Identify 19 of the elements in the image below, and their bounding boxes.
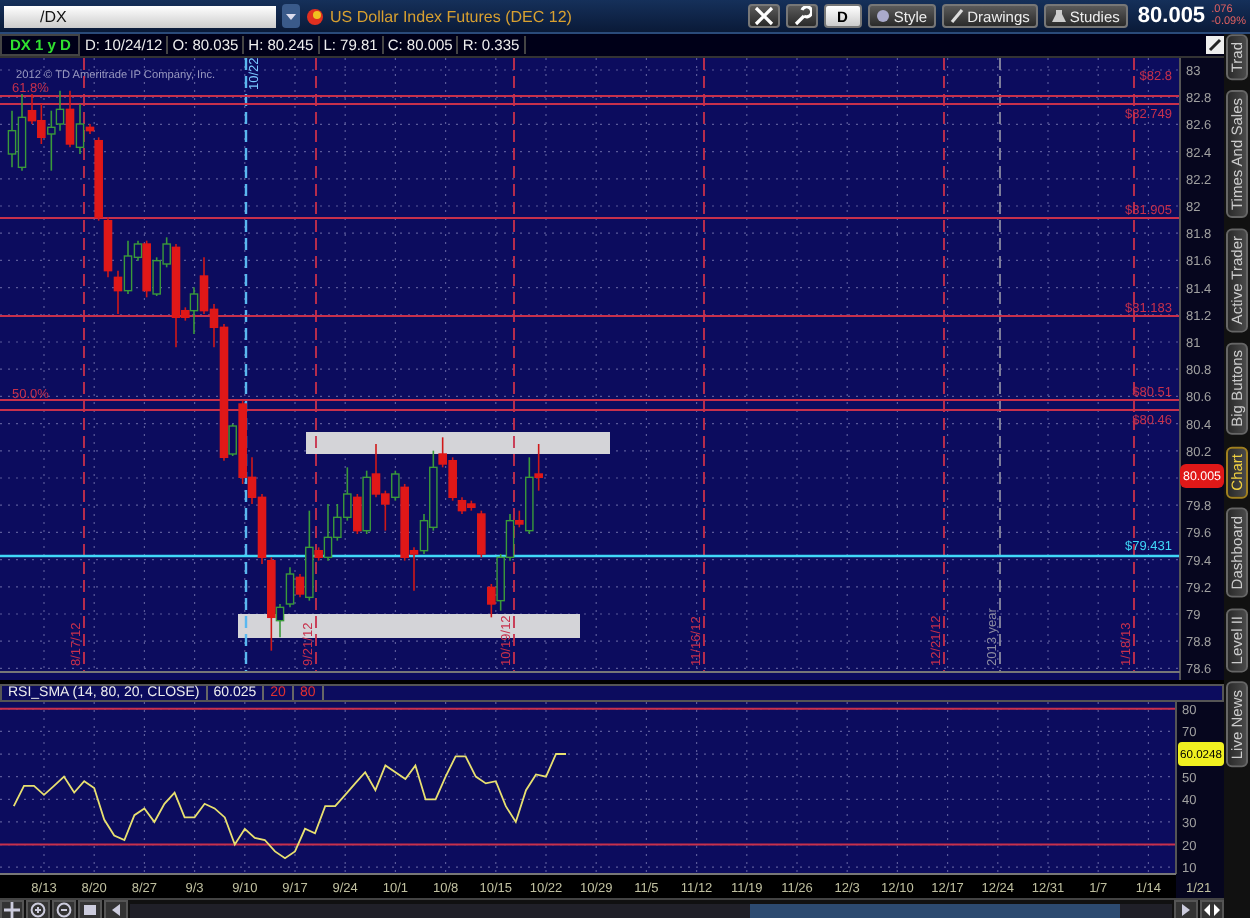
symbol-field[interactable]: /DX xyxy=(4,5,276,27)
flame-icon xyxy=(306,7,324,25)
pencil-icon xyxy=(949,8,964,24)
square-icon[interactable] xyxy=(78,900,102,918)
dropdown-icon[interactable] xyxy=(282,4,300,28)
zoom-in-icon[interactable] xyxy=(26,900,50,918)
palette-icon xyxy=(875,8,890,24)
scrollbar-thumb[interactable] xyxy=(750,903,1120,917)
wrench-icon[interactable] xyxy=(785,4,817,28)
pencil-icon[interactable] xyxy=(1206,36,1224,54)
zoom-out-icon[interactable] xyxy=(52,900,76,918)
flask-icon xyxy=(1051,8,1066,24)
rsi-badge xyxy=(1178,742,1224,767)
instrument-title: US Dollar Index Futures (DEC 12) xyxy=(330,7,572,25)
expand-icon[interactable] xyxy=(1200,900,1224,918)
last-price: 80.005 xyxy=(1137,4,1206,28)
pan-icon[interactable] xyxy=(0,900,24,918)
scroll-left-icon[interactable] xyxy=(104,900,128,918)
scroll-right-icon[interactable] xyxy=(1174,900,1198,918)
